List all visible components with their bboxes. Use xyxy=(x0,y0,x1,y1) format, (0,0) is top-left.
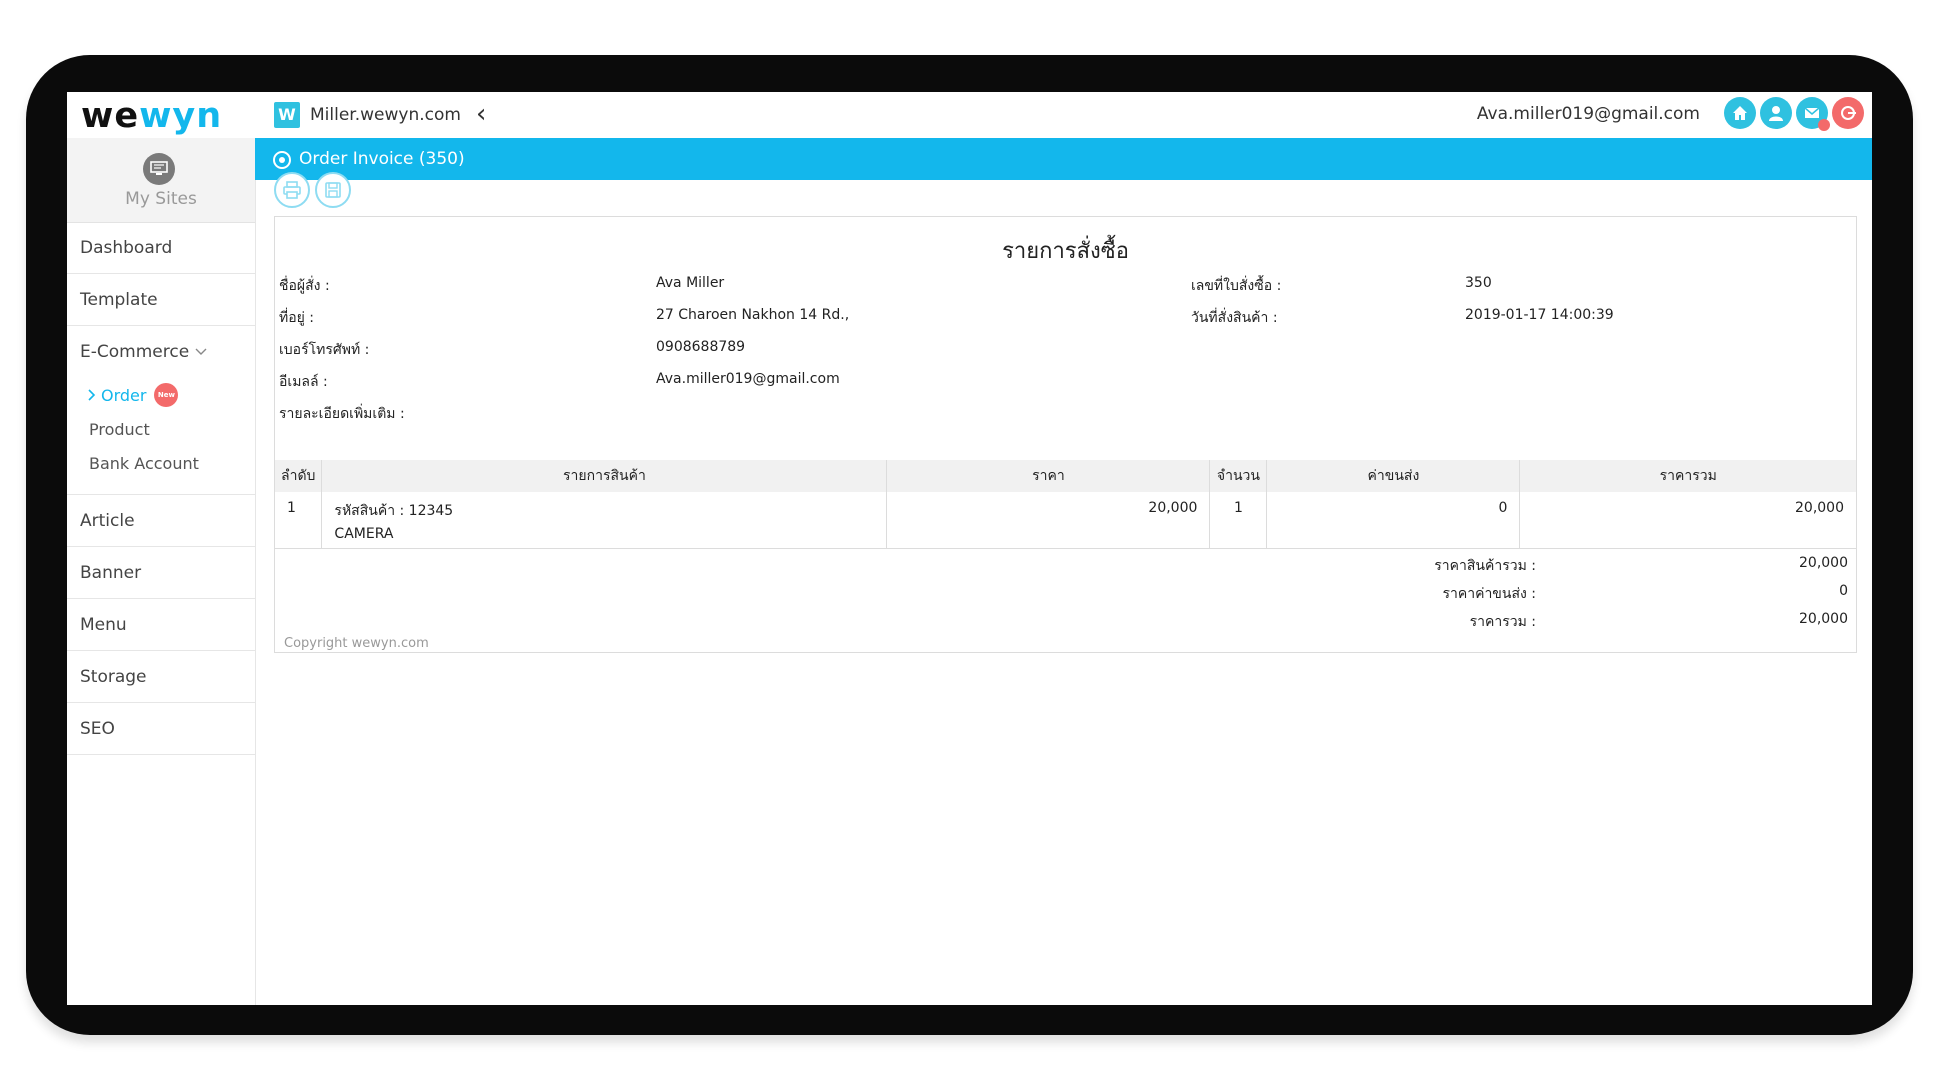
my-sites-label: My Sites xyxy=(125,189,197,209)
col-header-no: ลำดับ xyxy=(275,460,323,492)
subtotal-value: 20,000 xyxy=(1799,555,1848,571)
chevron-down-icon xyxy=(195,345,207,359)
row-item-name: CAMERA xyxy=(334,526,394,542)
sidebar-item-storage[interactable]: Storage xyxy=(67,651,255,703)
sidebar-item-product[interactable]: Product xyxy=(67,412,255,446)
sidebar-nav: Dashboard Template E-Commerce Order New … xyxy=(67,222,255,755)
user-email: Ava.miller019@gmail.com xyxy=(1476,104,1700,124)
site-favicon-icon: W xyxy=(274,102,300,128)
ecommerce-label: E-Commerce xyxy=(80,342,190,362)
header-icon-group xyxy=(1724,97,1864,131)
order-date-value: 2019-01-17 14:00:39 xyxy=(1465,307,1614,323)
back-chevron-icon[interactable]: ‹ xyxy=(476,100,486,128)
details-label: รายละเอียดเพิ่มเติม : xyxy=(279,406,405,422)
new-badge: New xyxy=(154,383,179,407)
row-qty: 1 xyxy=(1209,492,1268,549)
grand-total-value: 20,000 xyxy=(1799,611,1848,627)
logo-text-wyn: wyn xyxy=(139,96,223,136)
col-header-total: ราคารวม xyxy=(1519,460,1856,492)
page-title-bar: Order Invoice (350) xyxy=(255,138,1872,180)
grand-total-label: ราคารวม : xyxy=(1469,614,1536,630)
sidebar-item-order[interactable]: Order New xyxy=(67,378,255,412)
print-button[interactable] xyxy=(274,172,310,208)
sidebar: My Sites Dashboard Template E-Commerce O… xyxy=(67,138,256,1005)
sidebar-item-dashboard[interactable]: Dashboard xyxy=(67,222,255,274)
sidebar-item-template[interactable]: Template xyxy=(67,274,255,326)
email-value: Ava.miller019@gmail.com xyxy=(656,371,840,387)
row-price: 20,000 xyxy=(886,492,1211,549)
row-no: 1 xyxy=(275,492,323,549)
address-value: 27 Charoen Nakhon 14 Rd., xyxy=(656,307,850,323)
sidebar-item-menu[interactable]: Menu xyxy=(67,599,255,651)
order-items-table: ลำดับ รายการสินค้า ราคา จำนวน ค่าขนส่ง ร… xyxy=(275,460,1856,549)
order-number-value: 350 xyxy=(1465,275,1492,291)
page-title: Order Invoice (350) xyxy=(299,149,465,169)
sidebar-item-article[interactable]: Article xyxy=(67,495,255,547)
order-date-label: วันที่สั่งสินค้า : xyxy=(1191,310,1278,326)
row-item: รหัสสินค้า : 12345 CAMERA xyxy=(321,492,888,549)
app-screen: wewyn W Miller.wewyn.com ‹ Ava.miller019… xyxy=(67,92,1872,1005)
subtotal-label: ราคาสินค้ารวม : xyxy=(1434,558,1536,574)
invoice-panel: รายการสั่งซื้อ ชื่อผู้สั่ง : Ava Miller … xyxy=(274,216,1857,653)
monitor-icon xyxy=(143,153,175,185)
row-total: 20,000 xyxy=(1519,492,1856,549)
sidebar-item-seo[interactable]: SEO xyxy=(67,703,255,755)
col-header-price: ราคา xyxy=(886,460,1211,492)
logo-text-we: we xyxy=(81,96,140,136)
phone-label: เบอร์โทรศัพท์ : xyxy=(279,342,370,358)
current-site-link[interactable]: W Miller.wewyn.com xyxy=(274,102,461,128)
shipping-total-value: 0 xyxy=(1839,583,1848,599)
print-icon xyxy=(283,181,301,199)
col-header-qty: จำนวน xyxy=(1209,460,1268,492)
copyright-text: Copyright wewyn.com xyxy=(284,636,429,651)
user-icon[interactable] xyxy=(1760,97,1792,129)
wewyn-logo[interactable]: wewyn xyxy=(81,96,222,136)
chevron-right-icon xyxy=(88,389,96,401)
site-name: Miller.wewyn.com xyxy=(310,105,461,125)
save-icon xyxy=(325,182,341,198)
address-label: ที่อยู่ : xyxy=(279,310,315,326)
col-header-shipping: ค่าขนส่ง xyxy=(1266,460,1521,492)
top-bar: wewyn W Miller.wewyn.com ‹ Ava.miller019… xyxy=(67,92,1872,138)
col-header-item: รายการสินค้า xyxy=(321,460,888,492)
sidebar-item-banner[interactable]: Banner xyxy=(67,547,255,599)
sidebar-group-ecommerce: E-Commerce Order New Product Bank Accoun… xyxy=(67,326,255,495)
email-label: อีเมลล์ : xyxy=(279,374,328,390)
save-button[interactable] xyxy=(315,172,351,208)
my-sites-button[interactable]: My Sites xyxy=(67,138,255,223)
buyer-label: ชื่อผู้สั่ง : xyxy=(279,278,330,294)
mail-count-badge xyxy=(1818,119,1830,131)
phone-value: 0908688789 xyxy=(656,339,746,355)
home-icon[interactable] xyxy=(1724,97,1756,129)
row-shipping: 0 xyxy=(1266,492,1521,549)
invoice-title: รายการสั่งซื้อ xyxy=(1002,239,1129,264)
shipping-total-label: ราคาค่าขนส่ง : xyxy=(1442,586,1536,602)
logout-icon[interactable] xyxy=(1832,97,1864,129)
gear-icon xyxy=(273,151,291,169)
table-header-row: ลำดับ รายการสินค้า ราคา จำนวน ค่าขนส่ง ร… xyxy=(275,460,1856,492)
buyer-value: Ava Miller xyxy=(656,275,725,291)
sidebar-item-bank-account[interactable]: Bank Account xyxy=(67,446,255,480)
mail-icon[interactable] xyxy=(1796,97,1830,131)
order-label: Order xyxy=(101,385,147,405)
row-item-code: รหัสสินค้า : 12345 xyxy=(334,503,454,519)
table-row: 1 รหัสสินค้า : 12345 CAMERA 20,000 1 0 2… xyxy=(275,492,1856,549)
order-number-label: เลขที่ใบสั่งซื้อ : xyxy=(1191,278,1282,294)
sidebar-item-ecommerce[interactable]: E-Commerce xyxy=(67,326,255,378)
